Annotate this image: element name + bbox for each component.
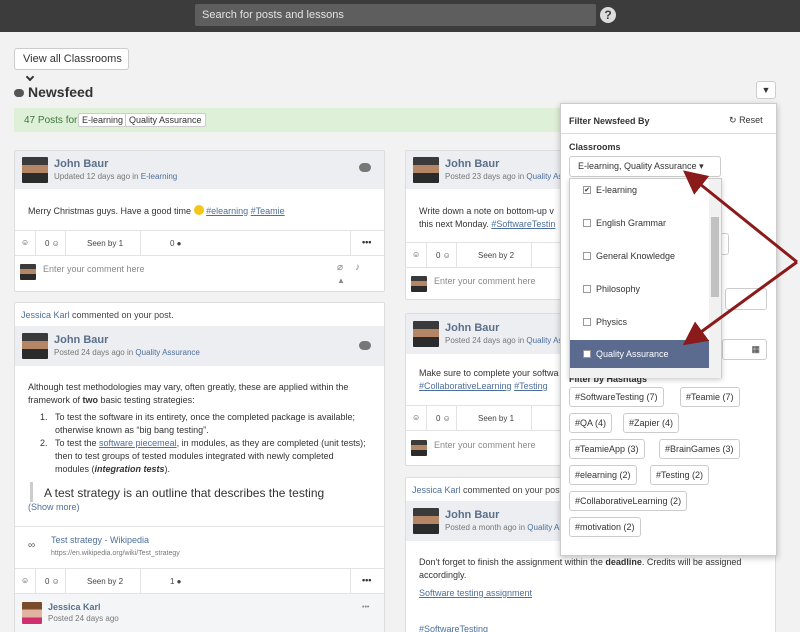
annotation-arrow [682, 260, 798, 346]
annotation-arrow [682, 170, 798, 264]
annotation-arrows [682, 170, 798, 346]
